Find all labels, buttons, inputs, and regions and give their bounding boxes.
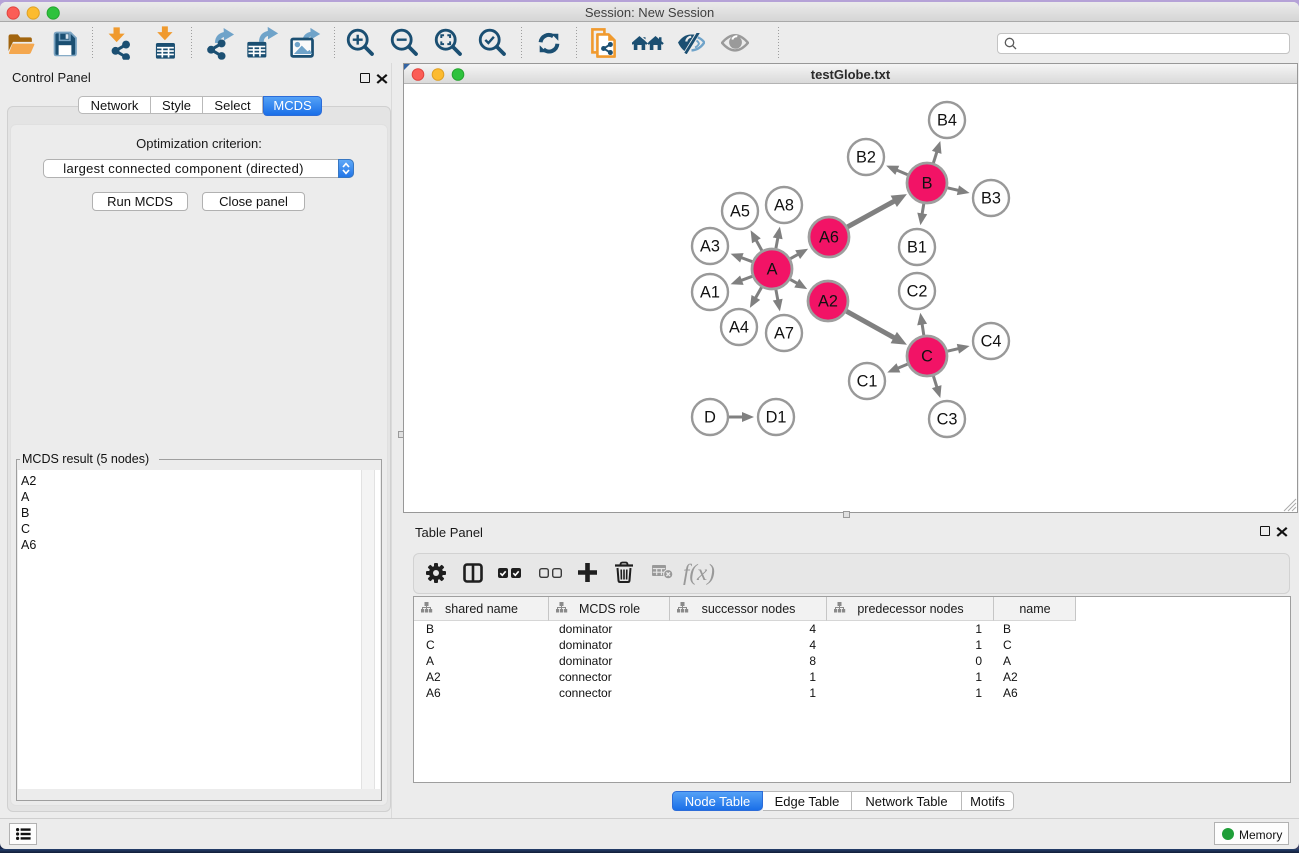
svg-text:A5: A5: [730, 203, 750, 221]
svg-text:C1: C1: [857, 373, 878, 391]
svg-text:C4: C4: [981, 333, 1002, 351]
svg-text:C: C: [921, 348, 933, 366]
svg-text:A7: A7: [774, 325, 794, 343]
svg-text:D: D: [704, 409, 716, 427]
svg-text:B1: B1: [907, 239, 927, 257]
svg-text:A4: A4: [729, 319, 749, 337]
svg-text:A8: A8: [774, 197, 794, 215]
svg-text:A2: A2: [818, 293, 838, 311]
svg-text:C2: C2: [907, 283, 928, 301]
svg-text:A: A: [767, 261, 778, 279]
svg-text:B2: B2: [856, 149, 876, 167]
svg-text:B: B: [922, 175, 933, 193]
svg-text:B4: B4: [937, 112, 957, 130]
svg-text:A3: A3: [700, 238, 720, 256]
svg-text:D1: D1: [766, 409, 787, 427]
svg-text:A1: A1: [700, 284, 720, 302]
svg-text:A6: A6: [819, 229, 839, 247]
svg-text:B3: B3: [981, 190, 1001, 208]
svg-text:C3: C3: [937, 411, 958, 429]
